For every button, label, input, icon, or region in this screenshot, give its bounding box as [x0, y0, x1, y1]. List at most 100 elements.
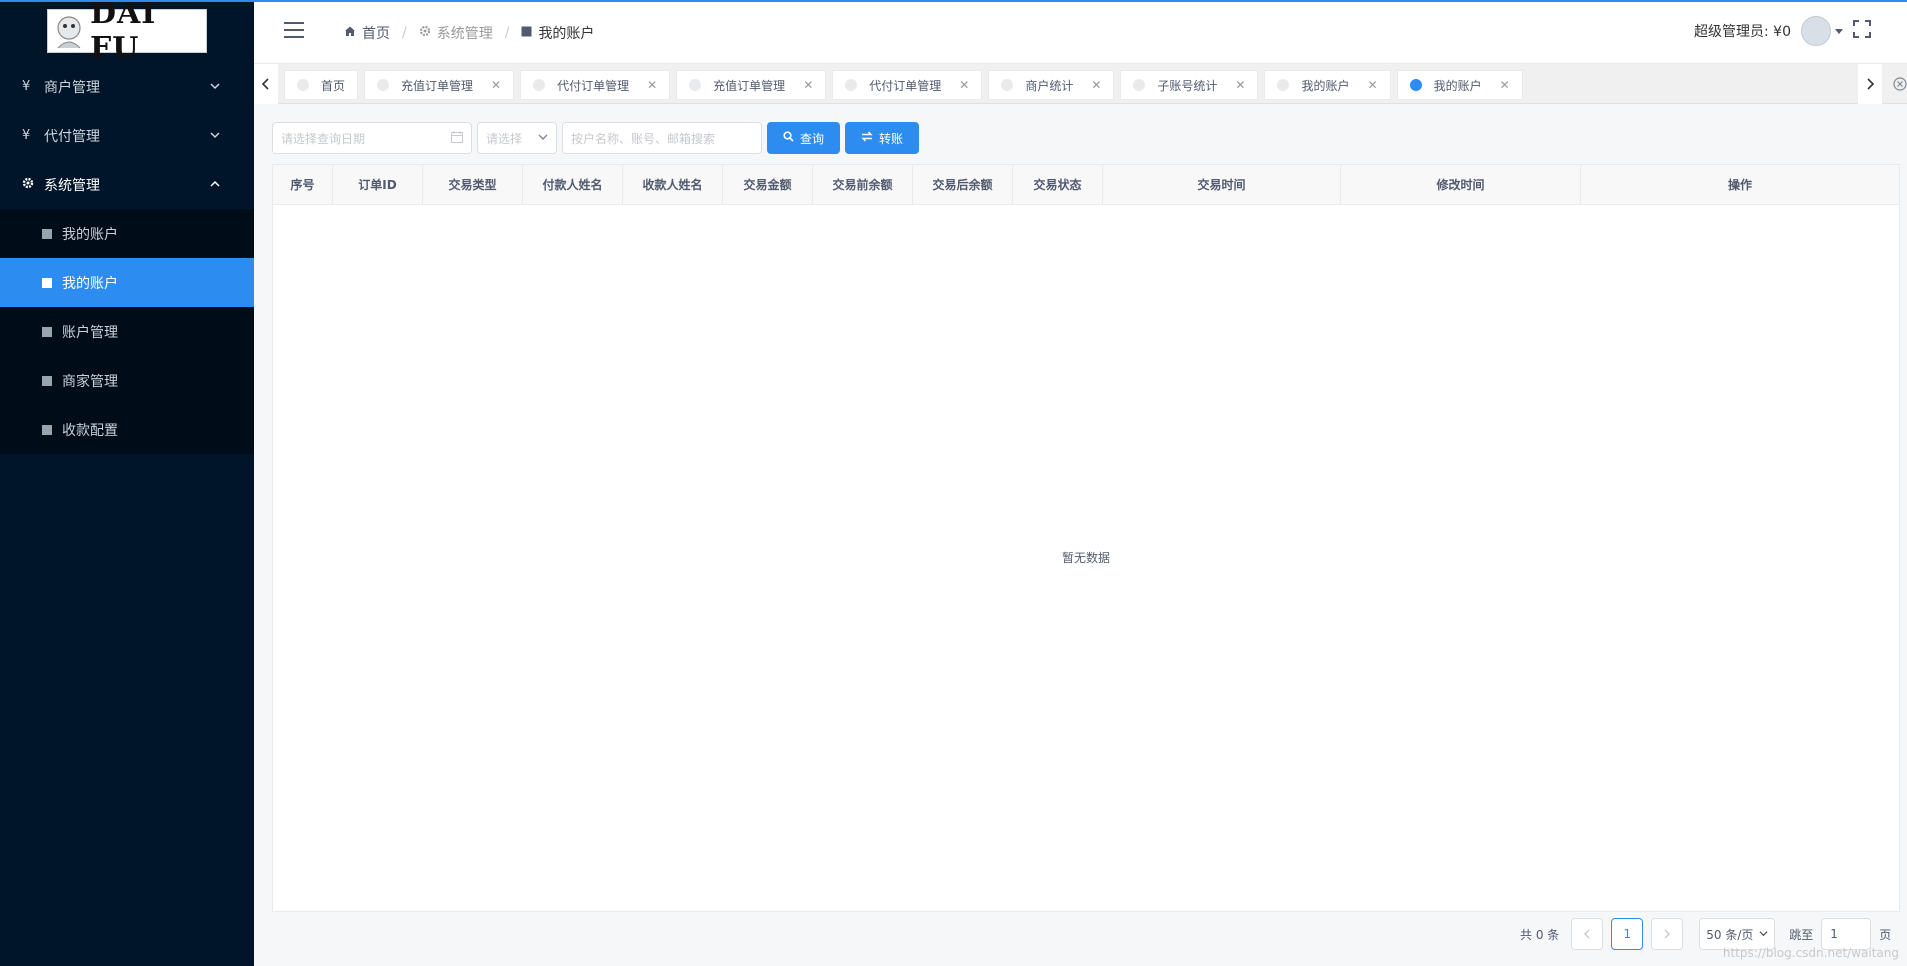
page-number-button[interactable]: 1	[1611, 918, 1644, 950]
sidebar-item-my-account-active[interactable]: 我的账户	[0, 258, 254, 307]
list-icon	[42, 228, 52, 239]
gear-icon	[22, 177, 44, 193]
column-header: 交易金额	[723, 165, 813, 204]
search-icon	[783, 131, 794, 145]
column-header: 交易状态	[1013, 165, 1103, 204]
tabs-scroll-right-icon[interactable]	[1858, 64, 1882, 104]
breadcrumb-separator: /	[504, 25, 510, 41]
search-input[interactable]: 按户名称、账号、邮箱搜索	[562, 122, 762, 154]
gear-icon	[419, 25, 431, 41]
sidebar-item-my-account[interactable]: 我的账户	[0, 209, 254, 258]
page-suffix: 页	[1879, 927, 1892, 942]
avatar[interactable]	[1801, 16, 1831, 46]
menu-merchant-management[interactable]: ¥ 商户管理	[0, 62, 254, 111]
sidebar-item-label: 我的账户	[62, 275, 118, 292]
close-icon[interactable]: ✕	[647, 78, 657, 92]
column-header: 修改时间	[1341, 165, 1581, 204]
menu-label: 系统管理	[44, 177, 100, 194]
tab-dot-icon	[1133, 79, 1146, 91]
next-page-button[interactable]	[1651, 918, 1684, 950]
query-button[interactable]: 查询	[767, 122, 841, 154]
type-select[interactable]: 请选择	[477, 122, 557, 154]
logo-text: DAI FU	[89, 0, 157, 66]
tab-recharge-orders-2[interactable]: 充值订单管理 ✕	[676, 70, 827, 100]
list-icon	[521, 25, 532, 41]
tab-dot-icon	[845, 79, 858, 91]
column-header: 交易前余额	[813, 165, 913, 204]
breadcrumb-current: 我的账户	[521, 23, 594, 43]
tab-home[interactable]: 首页	[284, 70, 359, 100]
tab-my-account-active[interactable]: 我的账户 ✕	[1396, 70, 1523, 100]
records-table: 序号 订单ID 交易类型 付款人姓名 收款人姓名 交易金额 交易前余额 交易后余…	[272, 164, 1900, 912]
column-header: 序号	[273, 165, 333, 204]
watermark: https://blog.csdn.net/waitang	[1722, 946, 1899, 960]
filter-toolbar: 请选择查询日期 请选择 按户名称、账号、邮箱搜索 查询 转账	[272, 122, 924, 154]
column-header: 操作	[1727, 178, 1752, 192]
menu-label: 代付管理	[44, 128, 100, 145]
user-area: 超级管理员: ¥0	[1694, 16, 1871, 46]
yen-icon: ¥	[22, 128, 31, 143]
list-icon	[42, 375, 52, 386]
sidebar-item-merchant-management[interactable]: 商家管理	[0, 356, 254, 405]
menu-toggle-icon[interactable]	[284, 22, 304, 38]
close-icon[interactable]: ✕	[1368, 78, 1378, 92]
close-icon[interactable]: ✕	[1091, 78, 1101, 92]
tab-merchant-stats[interactable]: 商户统计 ✕	[988, 70, 1115, 100]
transfer-button[interactable]: 转账	[845, 122, 920, 154]
close-icon[interactable]: ✕	[803, 78, 813, 92]
date-picker-input[interactable]: 请选择查询日期	[272, 122, 472, 154]
home-icon	[344, 25, 356, 41]
swap-icon	[861, 131, 873, 145]
tab-dot-icon	[1277, 79, 1290, 91]
tab-my-account[interactable]: 我的账户 ✕	[1264, 70, 1391, 100]
breadcrumb: 首页 / 系统管理 / 我的账户	[344, 23, 594, 43]
tabs-bar: 首页 充值订单管理 ✕ 代付订单管理 ✕ 充值订单管理 ✕ 代付订单管理 ✕ 商户统计 ✕…	[254, 64, 1907, 104]
breadcrumb-separator: /	[402, 25, 407, 41]
close-icon[interactable]: ✕	[1500, 78, 1510, 92]
tab-dot-icon	[1001, 79, 1014, 91]
tab-dot-icon	[533, 79, 546, 91]
sidebar-item-payment-config[interactable]: 收款配置	[0, 405, 254, 454]
calendar-icon	[451, 130, 463, 146]
sidebar-item-label: 收款配置	[62, 422, 118, 439]
sidebar-item-label: 账户管理	[62, 324, 118, 341]
menu-payout-management[interactable]: ¥ 代付管理	[0, 111, 254, 160]
tab-dot-icon	[297, 79, 309, 91]
header: 首页 / 系统管理 / 我的账户 超级管理员: ¥0	[254, 2, 1907, 64]
list-icon	[42, 326, 52, 337]
tab-payout-orders[interactable]: 代付订单管理 ✕	[520, 70, 671, 100]
user-balance-label: 超级管理员: ¥0	[1694, 24, 1791, 40]
chevron-down-icon	[210, 79, 220, 95]
sidebar-item-label: 我的账户	[62, 226, 118, 243]
list-icon	[42, 277, 52, 288]
tab-dot-icon	[1409, 79, 1422, 91]
breadcrumb-home[interactable]: 首页	[344, 23, 390, 43]
tabs-scroll-left-icon[interactable]	[254, 64, 278, 104]
close-all-tabs-icon[interactable]	[1884, 64, 1907, 104]
close-icon[interactable]: ✕	[1235, 78, 1245, 92]
logo-area: DAI FU	[0, 0, 254, 66]
close-icon[interactable]: ✕	[959, 78, 969, 92]
caret-down-icon[interactable]	[1835, 28, 1843, 34]
column-header: 付款人姓名	[523, 165, 623, 204]
close-icon[interactable]: ✕	[491, 78, 501, 92]
column-header: 交易时间	[1103, 165, 1341, 204]
fullscreen-icon[interactable]	[1853, 20, 1871, 42]
tab-recharge-orders[interactable]: 充值订单管理 ✕	[364, 70, 515, 100]
jump-label: 跳至	[1789, 927, 1814, 942]
submenu-system: 我的账户 我的账户 账户管理 商家管理 收款配置	[0, 209, 254, 454]
tab-dot-icon	[689, 79, 702, 91]
top-accent-bar	[0, 0, 1907, 2]
menu-system-management[interactable]: 系统管理	[0, 160, 254, 209]
tab-subaccount-stats[interactable]: 子账号统计 ✕	[1120, 70, 1259, 100]
prev-page-button[interactable]	[1571, 918, 1604, 950]
tab-payout-orders-2[interactable]: 代付订单管理 ✕	[832, 70, 983, 100]
tab-dot-icon	[377, 79, 390, 91]
breadcrumb-system[interactable]: 系统管理	[419, 23, 493, 43]
sidebar-item-account-management[interactable]: 账户管理	[0, 307, 254, 356]
column-header: 订单ID	[333, 165, 423, 204]
column-header: 交易类型	[423, 165, 523, 204]
chevron-down-icon	[210, 128, 220, 144]
chevron-down-icon	[538, 131, 548, 145]
yen-icon: ¥	[22, 79, 31, 94]
